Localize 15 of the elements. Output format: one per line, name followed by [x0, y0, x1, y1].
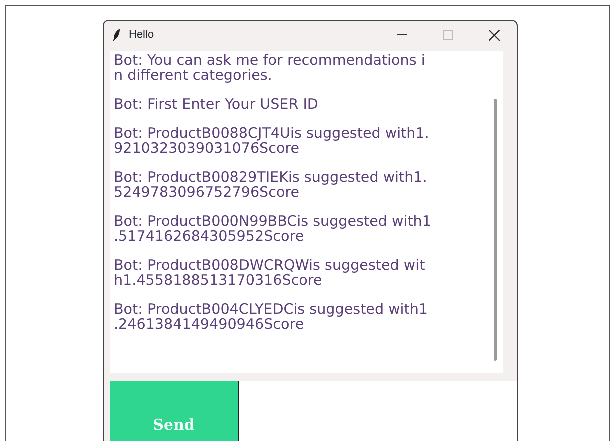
- chat-message: Bot: ProductB000N99BBCis suggested with1 .5174162684305952Score: [114, 215, 432, 245]
- chat-message: Bot: ProductB004CLYEDCis suggested with1 .2461384149490946Score: [114, 303, 430, 333]
- chat-message: Bot: ProductB00829TIEKis suggested with1. 5249783096752796Score: [114, 171, 428, 201]
- maximize-icon[interactable]: [443, 30, 453, 40]
- send-button[interactable]: Send: [110, 381, 238, 441]
- close-icon[interactable]: [488, 30, 500, 40]
- scrollbar[interactable]: [494, 99, 497, 361]
- window-title: Hello: [129, 28, 154, 43]
- minimize-icon[interactable]: [397, 34, 407, 36]
- chat-message: Bot: ProductB0088CJT4Uis suggested with1. 9210323039031076Score: [114, 127, 430, 157]
- chat-message: Bot: You can ask me for recommendations i n different categories.: [114, 54, 426, 84]
- input-field[interactable]: [238, 381, 517, 441]
- chat-message: Bot: First Enter Your USER ID: [114, 98, 320, 113]
- chat-message: Bot: ProductB008DWCRQWis suggested wit h1.4558188513170316Score: [114, 259, 426, 289]
- feather-icon: [113, 28, 121, 42]
